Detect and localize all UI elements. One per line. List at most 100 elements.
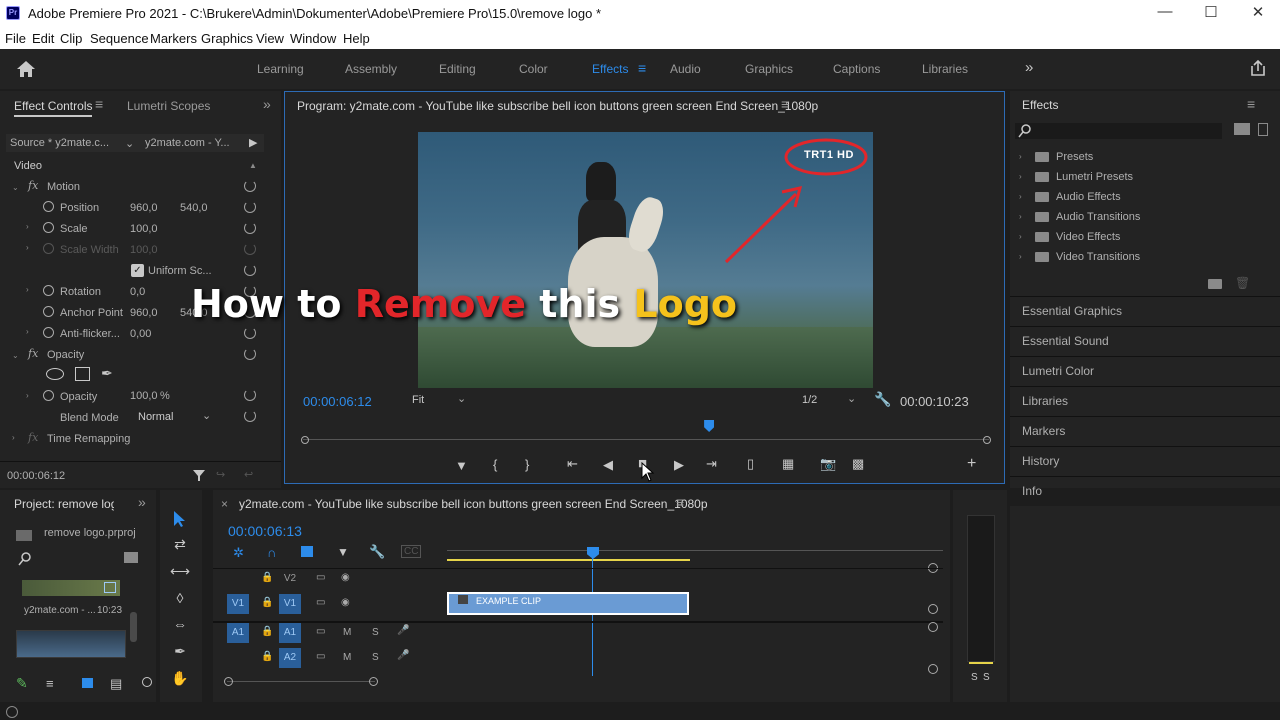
panel-menu-icon[interactable]: ≡ [95, 96, 103, 112]
project-scrollbar[interactable] [130, 612, 137, 642]
mark-in-icon[interactable]: { [493, 457, 497, 472]
export-frame-icon[interactable]: 📷 [820, 456, 836, 472]
snap-icon[interactable]: ∩ [267, 545, 276, 560]
solo-right-button[interactable]: S [983, 672, 990, 683]
hand-tool-icon[interactable]: ✋ [169, 670, 191, 687]
scale-expand-icon[interactable]: › [26, 222, 29, 231]
go-to-out-icon[interactable]: ⇥ [706, 456, 717, 472]
panel-menu-icon[interactable]: ≡ [1247, 96, 1255, 112]
expand-icon[interactable]: › [1019, 212, 1022, 221]
reset-uniform-icon[interactable] [244, 264, 256, 276]
mute-button[interactable]: M [343, 652, 351, 663]
new-bin-icon[interactable] [1208, 279, 1222, 289]
accelerated-effects-icon[interactable] [1234, 123, 1250, 135]
close-icon[interactable]: ✕ [1243, 3, 1273, 23]
expand-icon[interactable]: › [1019, 152, 1022, 161]
timeline-timecode[interactable]: 00:00:06:13 [228, 523, 302, 539]
add-marker-icon[interactable]: ▼ [337, 545, 349, 559]
step-back-icon[interactable]: ◀ [603, 457, 613, 473]
workspace-color[interactable]: Color [519, 62, 548, 76]
ellipse-mask-icon[interactable] [46, 368, 64, 380]
stopwatch-icon[interactable] [43, 306, 54, 317]
tab-effect-controls[interactable]: Effect Controls [14, 99, 93, 117]
menu-clip[interactable]: Clip [60, 31, 82, 46]
mark-out-icon[interactable]: } [525, 457, 529, 472]
effects-item-presets[interactable]: Presets [1056, 151, 1093, 163]
workspace-graphics[interactable]: Graphics [745, 62, 793, 76]
freeform-view-icon[interactable]: ▤ [110, 676, 122, 692]
effects-item-audio-transitions[interactable]: Audio Transitions [1056, 211, 1140, 223]
zoom-handle-left[interactable] [301, 436, 309, 444]
filter-icon[interactable] [192, 468, 206, 482]
fx-toggle-icon[interactable]: fx [28, 347, 38, 360]
stopwatch-icon[interactable] [43, 201, 54, 212]
menu-graphics[interactable]: Graphics [201, 31, 253, 46]
wrench-icon[interactable]: 🔧 [874, 391, 891, 408]
resolution-dropdown[interactable]: 1/2 [802, 394, 817, 406]
stopwatch-icon[interactable] [43, 222, 54, 233]
source-dropdown-icon[interactable]: ⌄ [125, 137, 134, 150]
reset-antiflicker-icon[interactable] [244, 327, 256, 339]
rectangle-mask-icon[interactable] [75, 367, 90, 381]
lock-icon[interactable]: 🔒 [261, 651, 273, 662]
pen-mask-icon[interactable]: ✒ [101, 365, 113, 382]
pen-tool-icon[interactable]: ✒ [169, 643, 191, 660]
menu-sequence[interactable]: Sequence [90, 31, 149, 46]
share-icon[interactable] [1249, 59, 1267, 77]
track-name-a1[interactable]: A1 [279, 623, 301, 643]
panel-libraries[interactable]: Libraries [1022, 394, 1068, 408]
anchor-x-value[interactable]: 960,0 [130, 307, 158, 319]
effects-item-audio-effects[interactable]: Audio Effects [1056, 191, 1121, 203]
stopwatch-icon[interactable] [43, 390, 54, 401]
scroll-handle-icon[interactable] [928, 622, 938, 632]
microphone-icon[interactable]: 🎤 [397, 625, 409, 636]
zoom-slider-icon[interactable] [142, 677, 152, 687]
more-workspaces-icon[interactable]: » [1025, 59, 1033, 76]
panel-history[interactable]: History [1022, 454, 1059, 468]
comparison-view-icon[interactable]: ▩ [852, 456, 864, 472]
panel-lumetri-color[interactable]: Lumetri Color [1022, 364, 1094, 378]
workspace-effects[interactable]: Effects [592, 62, 628, 76]
mute-button[interactable]: M [343, 627, 351, 638]
monitor-playhead[interactable] [704, 420, 715, 432]
minimize-icon[interactable]: — [1150, 3, 1180, 23]
expand-icon[interactable]: › [1019, 192, 1022, 201]
track-name-a2[interactable]: A2 [279, 648, 301, 668]
blend-mode-dropdown[interactable]: Normal [138, 411, 173, 423]
slip-tool-icon[interactable]: ⇔ [169, 616, 191, 632]
scale-value[interactable]: 100,0 [130, 223, 158, 235]
solo-left-button[interactable]: S [971, 672, 978, 683]
program-current-time[interactable]: 00:00:06:12 [303, 394, 372, 409]
video-frame[interactable]: TRT1 HD [418, 132, 873, 388]
position-x-value[interactable]: 960,0 [130, 202, 158, 214]
antiflicker-value[interactable]: 0,00 [130, 328, 151, 340]
motion-collapse-icon[interactable]: ⌄ [12, 183, 19, 192]
track-name-v1[interactable]: V1 [279, 594, 301, 614]
menu-help[interactable]: Help [343, 31, 370, 46]
reset-motion-icon[interactable] [244, 180, 256, 192]
panel-menu-icon[interactable]: ≡ [781, 96, 789, 112]
track-name-v2[interactable]: V2 [279, 569, 301, 589]
reset-scale-icon[interactable] [244, 222, 256, 234]
workspace-editing[interactable]: Editing [439, 62, 476, 76]
nest-icon[interactable]: ✲ [233, 545, 244, 561]
effects-search-input[interactable] [1015, 123, 1222, 139]
microphone-icon[interactable]: 🎤 [397, 650, 409, 661]
extract-icon[interactable]: ▦ [782, 456, 794, 472]
lock-icon[interactable]: 🔒 [261, 626, 273, 637]
yuv-effects-icon[interactable] [1258, 123, 1268, 136]
rotation-value[interactable]: 0,0 [130, 286, 145, 298]
sync-lock-icon[interactable]: ▭ [316, 626, 325, 637]
settings-wrench-icon[interactable]: 🔧 [369, 544, 385, 560]
expand-panels-icon[interactable]: » [138, 494, 146, 510]
panel-info[interactable]: Info [1022, 484, 1042, 498]
workspace-menu-icon[interactable]: ≡ [638, 60, 646, 76]
expand-panels-icon[interactable]: » [263, 96, 271, 112]
linked-selection-icon[interactable] [301, 546, 313, 557]
scroll-up-icon[interactable]: ▲ [249, 161, 257, 170]
lock-icon[interactable]: 🔒 [261, 572, 273, 583]
zoom-handle-left[interactable] [224, 677, 233, 686]
tab-lumetri-scopes[interactable]: Lumetri Scopes [127, 99, 210, 113]
panel-essential-graphics[interactable]: Essential Graphics [1022, 304, 1122, 318]
selection-tool-icon[interactable] [172, 510, 188, 528]
